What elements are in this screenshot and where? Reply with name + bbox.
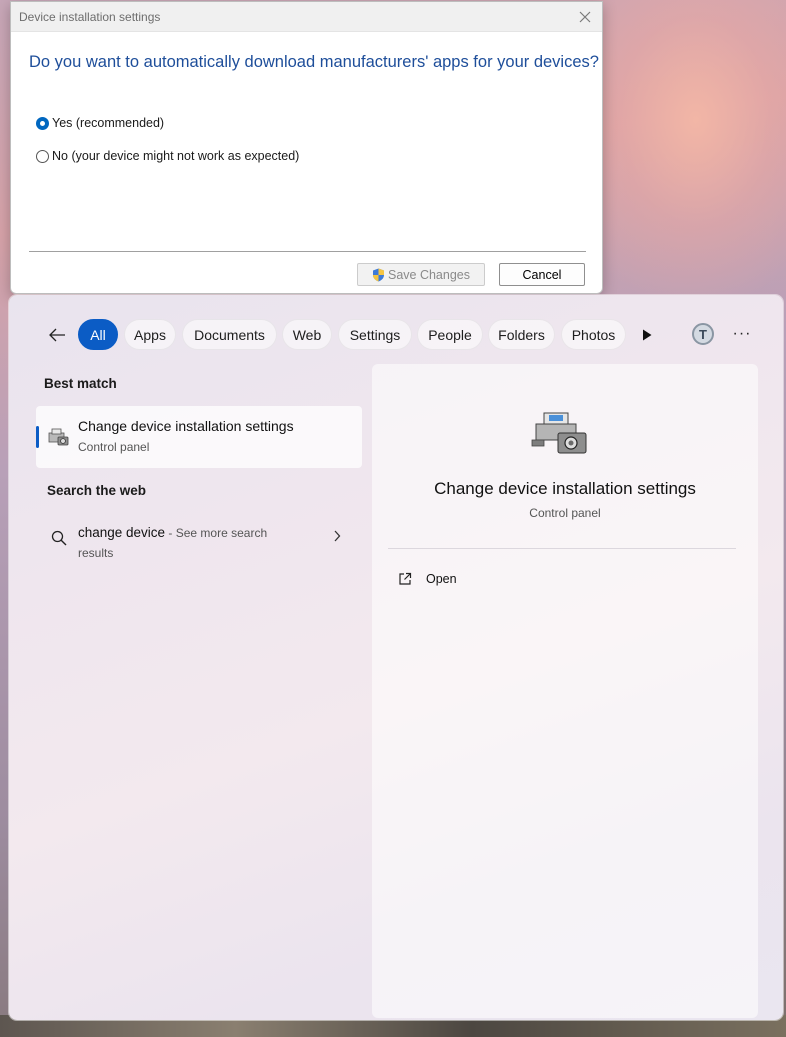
tab-people[interactable]: People xyxy=(417,319,483,350)
tab-documents[interactable]: Documents xyxy=(182,319,277,350)
close-button[interactable] xyxy=(574,6,596,28)
open-action[interactable]: Open xyxy=(398,569,457,589)
save-changes-label: Save Changes xyxy=(387,267,470,282)
tab-web-label: Web xyxy=(292,326,322,343)
dialog-separator xyxy=(29,251,586,252)
tab-apps[interactable]: Apps xyxy=(124,319,176,350)
radio-no-label: No (your device might not work as expect… xyxy=(52,149,300,163)
avatar-initial: T xyxy=(699,326,707,342)
selection-accent xyxy=(36,426,39,448)
tab-settings[interactable]: Settings xyxy=(338,319,412,350)
tab-people-label: People xyxy=(428,326,472,343)
radio-yes-label: Yes (recommended) xyxy=(52,116,165,130)
save-changes-button[interactable]: Save Changes xyxy=(357,263,485,286)
detail-pane: Change device installation settings Cont… xyxy=(372,364,758,1018)
search-panel: All Apps Documents Web Settings People F… xyxy=(9,295,783,1020)
more-options-button[interactable]: ··· xyxy=(731,323,753,345)
search-web-heading: Search the web xyxy=(47,483,147,498)
radio-no-option[interactable]: No (your device might not work as expect… xyxy=(36,149,299,163)
tab-folders-label: Folders xyxy=(498,326,545,343)
tab-all-label: All xyxy=(90,326,106,343)
radio-yes-option[interactable]: Yes (recommended) xyxy=(36,116,164,130)
device-installation-large-icon xyxy=(531,412,587,454)
tab-photos-label: Photos xyxy=(571,326,616,343)
chevron-right-icon xyxy=(334,530,341,542)
detail-separator xyxy=(388,548,736,549)
radio-yes[interactable] xyxy=(36,116,49,130)
best-match-heading: Best match xyxy=(44,376,117,391)
web-result-text: change device - See more search results xyxy=(78,523,278,563)
uac-shield-icon xyxy=(372,268,384,281)
tab-folders[interactable]: Folders xyxy=(488,319,555,350)
detail-subtitle: Control panel xyxy=(529,506,601,520)
web-result-item[interactable]: change device - See more search results xyxy=(46,520,356,564)
search-icon xyxy=(51,530,67,546)
tab-photos[interactable]: Photos xyxy=(561,319,626,350)
tab-settings-label: Settings xyxy=(349,326,401,343)
open-external-icon xyxy=(399,572,412,585)
radio-no[interactable] xyxy=(36,149,49,163)
tab-documents-label: Documents xyxy=(194,326,265,343)
best-match-subtitle: Control panel xyxy=(78,440,150,454)
dialog-titlebar[interactable]: Device installation settings xyxy=(11,2,602,32)
best-match-title: Change device installation settings xyxy=(78,418,294,434)
back-arrow-icon xyxy=(49,328,65,342)
dialog-question: Do you want to automatically download ma… xyxy=(29,53,599,71)
cancel-button[interactable]: Cancel xyxy=(499,263,585,286)
device-installation-dialog: Device installation settings Do you want… xyxy=(10,1,603,294)
detail-title: Change device installation settings xyxy=(434,479,696,498)
tab-web[interactable]: Web xyxy=(282,319,332,350)
more-dots-icon: ··· xyxy=(732,325,752,342)
play-arrow-icon xyxy=(643,329,652,341)
cancel-label: Cancel xyxy=(522,267,562,282)
open-action-label: Open xyxy=(426,572,457,586)
tabs-scroll-button[interactable] xyxy=(637,325,657,345)
device-installation-icon xyxy=(48,428,69,446)
best-match-item[interactable]: Change device installation settings Cont… xyxy=(36,406,362,468)
avatar[interactable]: T xyxy=(692,323,714,345)
dialog-title: Device installation settings xyxy=(19,10,161,24)
tab-apps-label: Apps xyxy=(134,326,166,343)
back-button[interactable] xyxy=(45,323,69,347)
web-result-query: change device xyxy=(78,525,166,540)
tab-all[interactable]: All xyxy=(78,319,118,350)
close-icon xyxy=(579,11,591,23)
